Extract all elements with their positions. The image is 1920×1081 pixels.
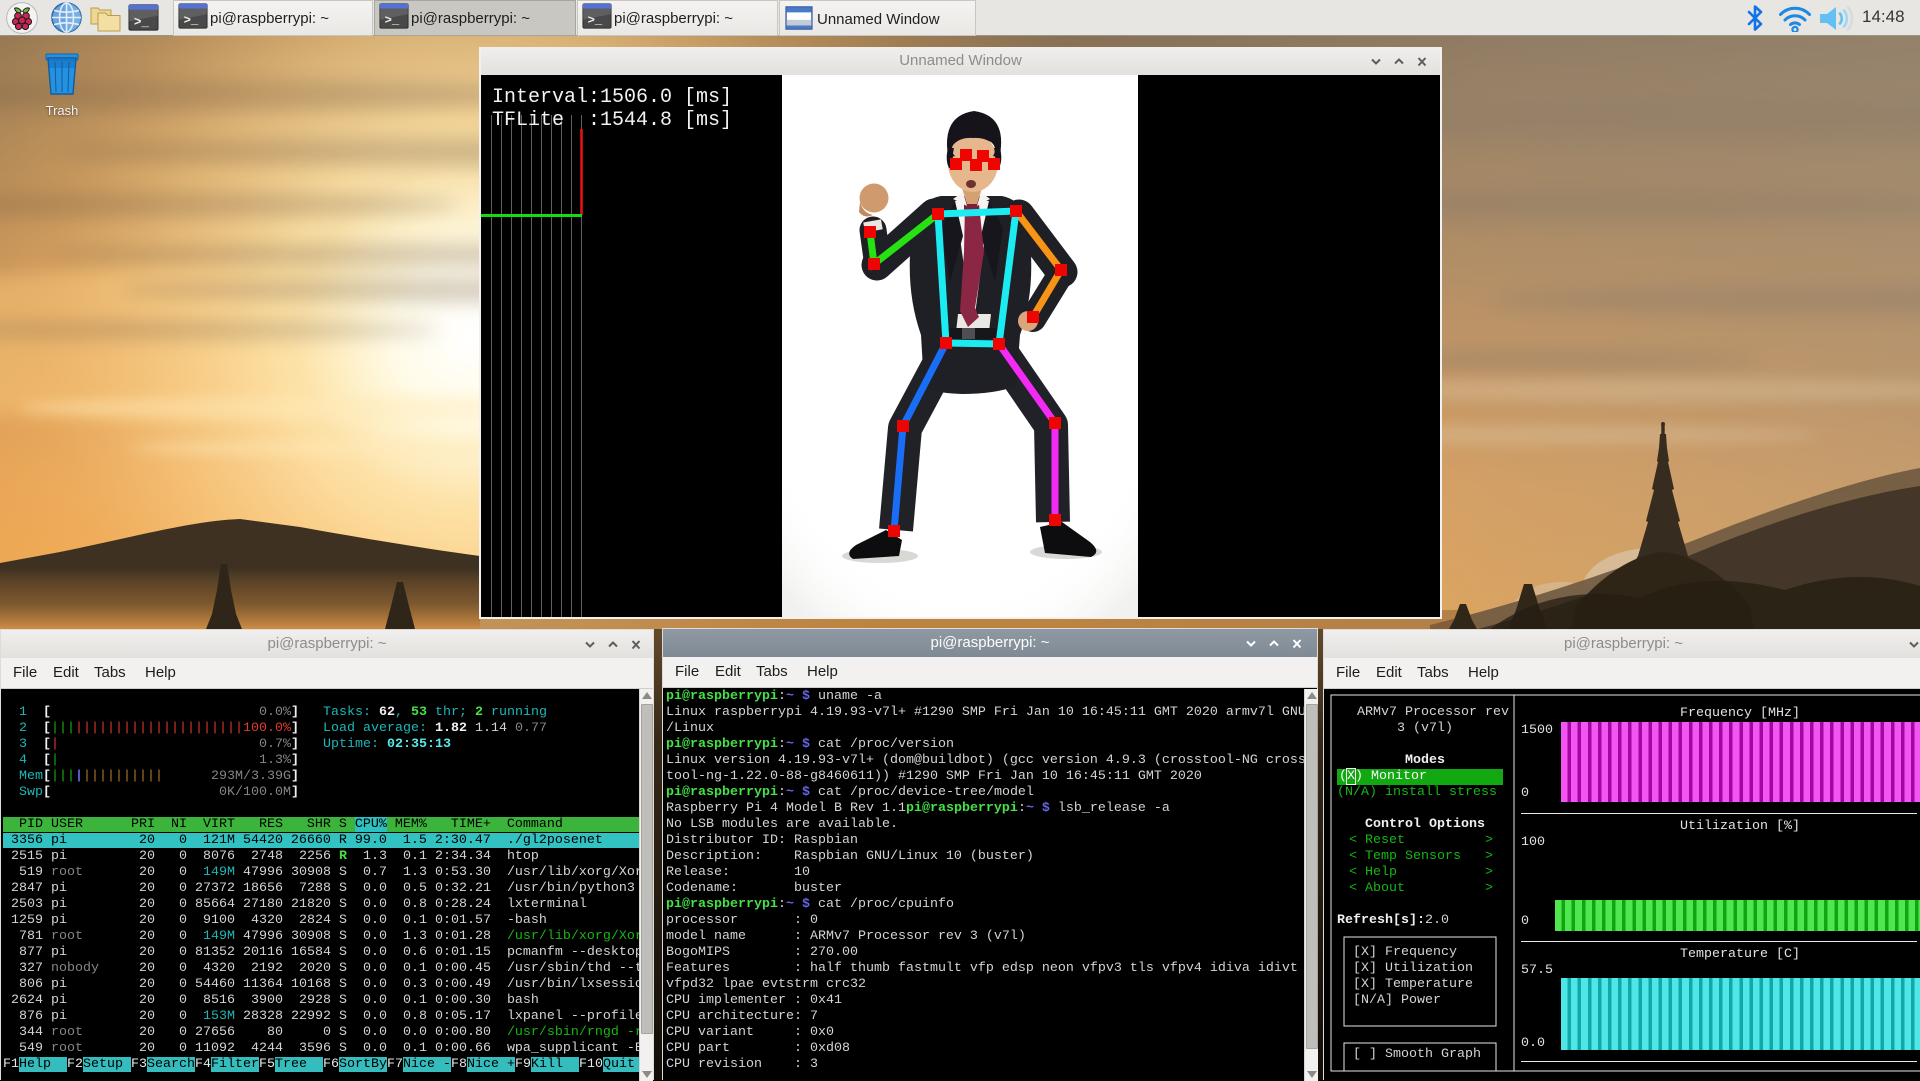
svg-text:>_: >_ (134, 15, 150, 29)
svg-text:>_: >_ (588, 14, 603, 28)
svg-text:>_: >_ (385, 14, 400, 28)
svg-text:>_: >_ (184, 14, 199, 28)
